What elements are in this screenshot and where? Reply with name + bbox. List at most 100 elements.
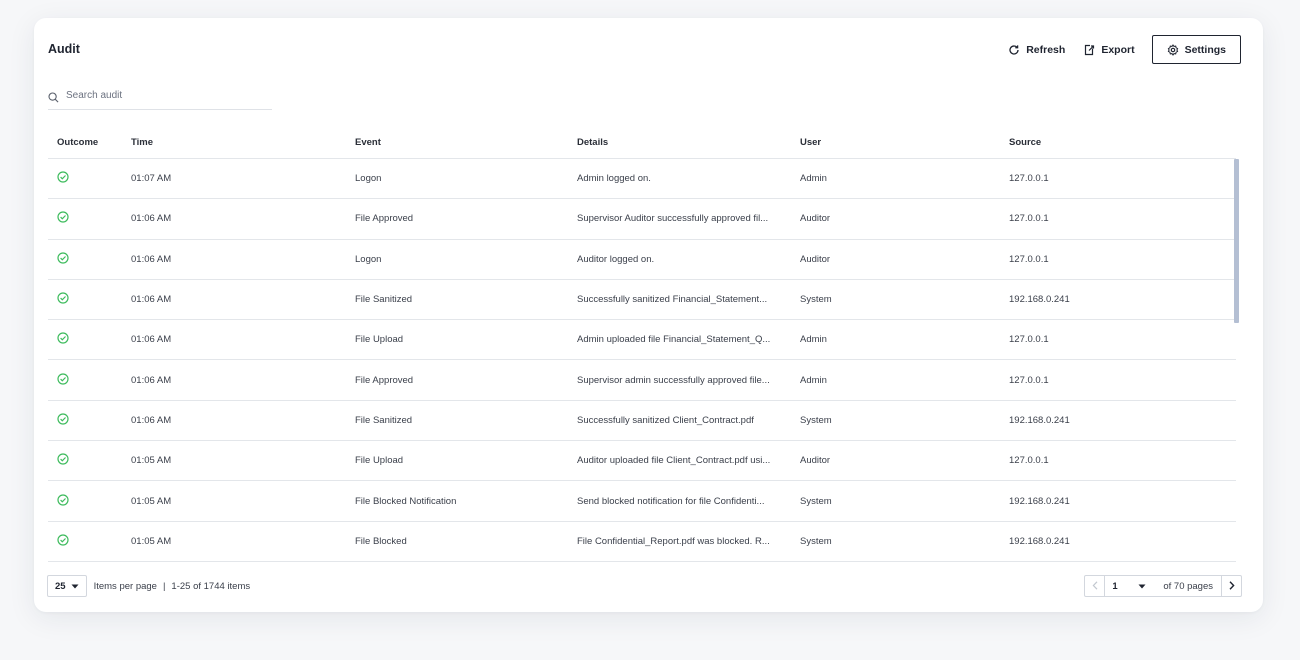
table-row[interactable]: 01:07 AM Logon Admin logged on. Admin 127.0.… [48, 159, 1236, 200]
export-button[interactable]: Export [1074, 35, 1143, 64]
source-cell: 192.168.0.241 [1009, 414, 1070, 426]
page-title: Audit [48, 42, 80, 56]
chevron-left-icon [1092, 577, 1098, 595]
table-body: 01:07 AM Logon Admin logged on. Admin 127.0.… [48, 159, 1236, 562]
current-page-value: 1 [1112, 580, 1118, 592]
check-circle-icon [57, 252, 131, 267]
event-cell: File Upload [355, 455, 404, 467]
details-cell: Successfully sanitized Client_Contract.p… [577, 414, 754, 426]
source-cell: 127.0.0.1 [1009, 455, 1049, 467]
user-cell: System [800, 495, 832, 507]
user-cell: Auditor [800, 455, 831, 467]
gear-icon [1167, 43, 1179, 56]
time-cell: 01:06 AM [131, 414, 172, 426]
outcome-cell [48, 493, 131, 509]
column-header-details[interactable]: Details [577, 137, 800, 148]
event-cell: File Sanitized [355, 294, 413, 306]
check-circle-icon [57, 413, 131, 428]
check-circle-icon [57, 211, 131, 226]
time-cell: 01:07 AM [131, 173, 172, 185]
source-cell: 192.168.0.241 [1009, 535, 1070, 547]
outcome-cell [48, 373, 131, 388]
items-per-page-select[interactable]: 25 [47, 575, 87, 597]
table-row[interactable]: 01:06 AM File Sanitized Successfully sanit… [48, 280, 1236, 321]
time-cell: 01:06 AM [131, 253, 172, 265]
table-scrollbar-thumb[interactable] [1234, 159, 1239, 323]
details-cell: Admin uploaded file Financial_Statement_… [577, 334, 771, 346]
details-cell: Auditor uploaded file Client_Contract.pd… [577, 455, 771, 467]
event-cell: Logon [355, 253, 382, 265]
next-page-button[interactable] [1221, 576, 1241, 596]
items-per-page-value: 25 [55, 580, 66, 592]
search-input[interactable] [66, 90, 256, 101]
outcome-cell [48, 453, 131, 468]
caret-down-icon [71, 581, 79, 592]
audit-card: Audit Refresh Export Settings Ou [34, 18, 1263, 612]
time-cell: 01:06 AM [131, 374, 172, 386]
toolbar: Refresh Export Settings [999, 35, 1241, 64]
time-cell: 01:06 AM [131, 334, 172, 346]
user-cell: Admin [800, 173, 827, 185]
source-cell: 127.0.0.1 [1009, 374, 1049, 386]
refresh-label: Refresh [1026, 43, 1066, 56]
export-label: Export [1101, 43, 1135, 56]
table-row[interactable]: 01:06 AM File Sanitized Successfully sanit… [48, 401, 1236, 442]
source-cell: 192.168.0.241 [1009, 495, 1070, 507]
source-cell: 127.0.0.1 [1009, 173, 1049, 185]
user-cell: System [800, 414, 832, 426]
event-cell: File Upload [355, 334, 404, 346]
event-cell: File Approved [355, 374, 414, 386]
table-row[interactable]: 01:06 AM File Upload Admin uploaded file F… [48, 320, 1236, 361]
event-cell: File Blocked Notification [355, 495, 457, 507]
search-icon [48, 90, 59, 108]
table-row[interactable]: 01:06 AM File Approved Supervisor Auditor … [48, 199, 1236, 240]
event-cell: Logon [355, 173, 382, 185]
search-bar [48, 90, 272, 110]
user-cell: System [800, 294, 832, 306]
prev-page-button[interactable] [1085, 576, 1106, 596]
items-per-page-label: Items per page [93, 580, 157, 592]
settings-button[interactable]: Settings [1151, 35, 1241, 64]
details-cell: Supervisor admin successfully approved f… [577, 374, 770, 386]
total-pages-label: of 70 pages [1163, 580, 1213, 592]
column-header-source[interactable]: Source [1009, 137, 1209, 148]
event-cell: File Blocked [355, 535, 407, 547]
table-row[interactable]: 01:06 AM Logon Auditor logged on. Auditor 12… [48, 240, 1236, 280]
chevron-right-icon [1228, 577, 1235, 595]
table-row[interactable]: 01:05 AM File Blocked Notification Send bl… [48, 481, 1236, 522]
audit-table: Outcome Time Event Details User Source 0… [48, 126, 1236, 562]
outcome-cell [48, 211, 131, 226]
check-circle-icon [57, 171, 131, 186]
event-cell: File Sanitized [355, 414, 413, 426]
footer-separator: | [162, 580, 166, 592]
user-cell: Admin [800, 374, 827, 386]
outcome-cell [48, 332, 131, 347]
outcome-cell [48, 413, 131, 428]
user-cell: Auditor [800, 213, 831, 225]
event-cell: File Approved [355, 213, 414, 225]
table-row[interactable]: 01:05 AM File Blocked File Confidential_Re… [48, 522, 1236, 562]
time-cell: 01:05 AM [131, 535, 172, 547]
export-icon [1083, 44, 1095, 56]
column-header-outcome[interactable]: Outcome [48, 137, 131, 148]
settings-label: Settings [1184, 43, 1226, 56]
details-cell: File Confidential_Report.pdf was blocked… [577, 535, 770, 547]
outcome-cell [48, 534, 131, 549]
time-cell: 01:05 AM [131, 495, 172, 507]
time-cell: 01:06 AM [131, 294, 172, 306]
table-row[interactable]: 01:05 AM File Upload Auditor uploaded file… [48, 441, 1236, 482]
time-cell: 01:06 AM [131, 213, 172, 225]
column-header-event[interactable]: Event [355, 137, 577, 148]
refresh-button[interactable]: Refresh [999, 35, 1074, 64]
time-cell: 01:05 AM [131, 455, 172, 467]
column-header-user[interactable]: User [800, 137, 1009, 148]
page-select[interactable]: 1 [1105, 576, 1163, 596]
outcome-cell [48, 171, 131, 186]
check-circle-icon [57, 373, 131, 388]
items-range-label: 1-25 of 1744 items [171, 580, 251, 592]
user-cell: System [800, 535, 832, 547]
user-cell: Auditor [800, 253, 831, 265]
column-header-time[interactable]: Time [131, 137, 355, 148]
table-row[interactable]: 01:06 AM File Approved Supervisor admin su… [48, 360, 1236, 401]
outcome-cell [48, 252, 131, 267]
